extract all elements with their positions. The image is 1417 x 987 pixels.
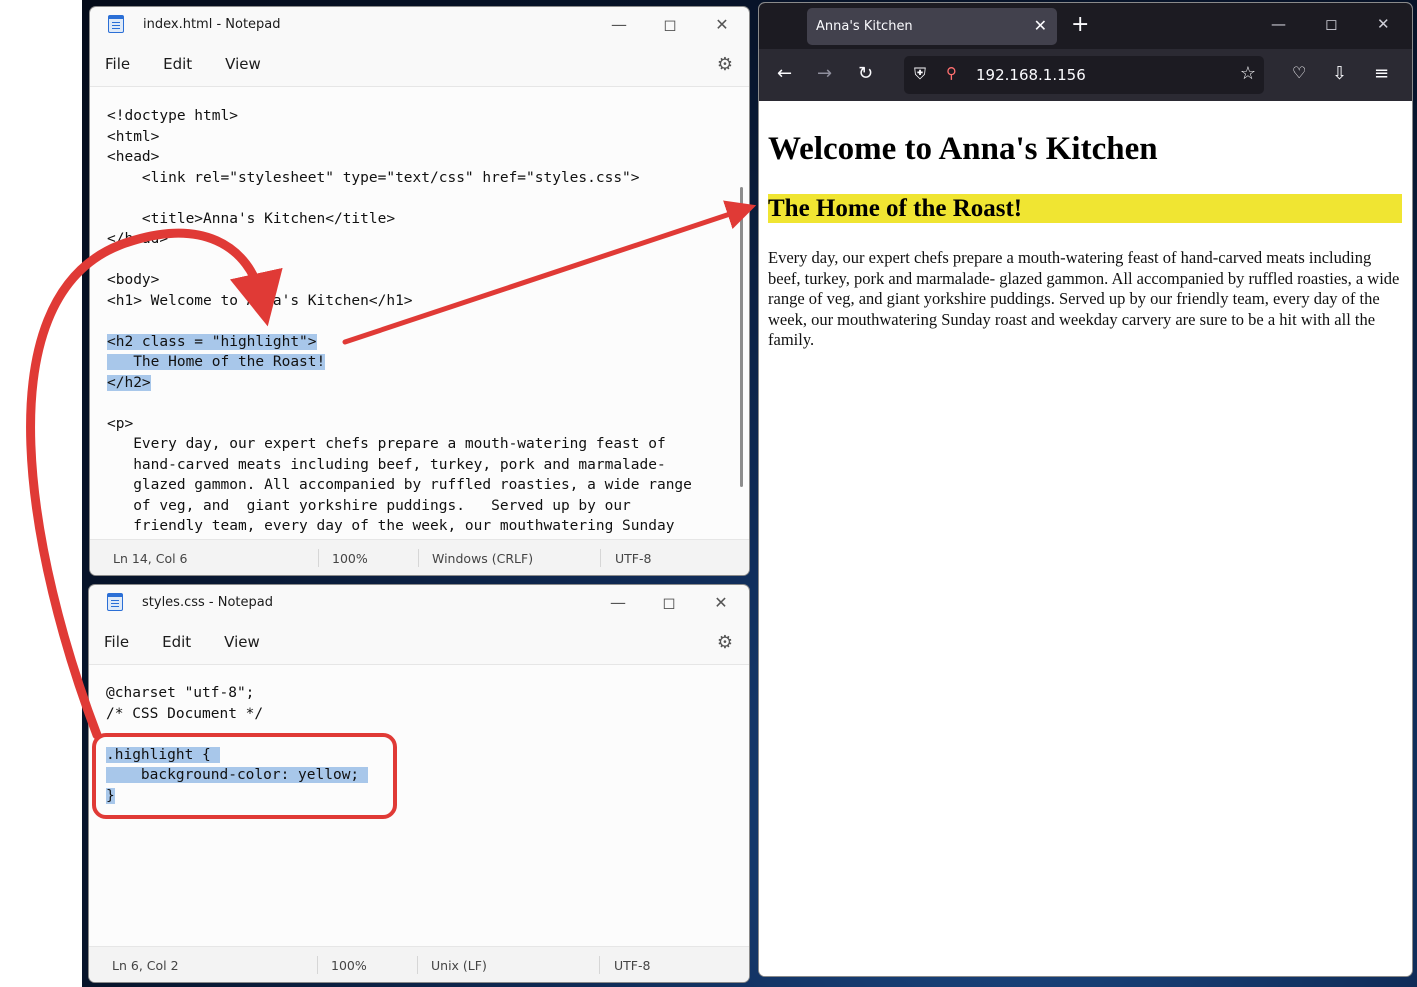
- code-line: <head>: [107, 149, 160, 165]
- back-arrow-icon[interactable]: ←: [777, 63, 792, 84]
- line-ending: Windows (CRLF): [432, 551, 534, 566]
- code-line: <html>: [107, 128, 160, 145]
- address-bar[interactable]: ⛨ ⚲ 192.168.1.156 ☆: [904, 56, 1264, 94]
- cursor-position: Ln 14, Col 6: [113, 551, 188, 566]
- code-line: @charset "utf-8";: [106, 685, 255, 701]
- code-line: <title>Anna's Kitchen</title>: [107, 210, 396, 227]
- selected-line: The Home of the Roast!: [107, 354, 326, 370]
- minimize-button[interactable]: —: [1271, 15, 1286, 33]
- close-button[interactable]: ✕: [696, 585, 746, 619]
- zoom-level: 100%: [331, 958, 367, 973]
- menu-file[interactable]: File: [105, 55, 130, 73]
- window-title: index.html - Notepad: [143, 16, 281, 32]
- pocket-icon[interactable]: ♡: [1292, 63, 1306, 82]
- notepad-window-index: index.html - Notepad — ◻ ✕ File Edit Vie…: [90, 7, 749, 575]
- window-title: styles.css - Notepad: [142, 594, 273, 610]
- page-paragraph: Every day, our expert chefs prepare a mo…: [768, 248, 1400, 349]
- menu-view[interactable]: View: [224, 633, 260, 651]
- code-line: of veg, and giant yorkshire puddings. Se…: [107, 497, 631, 514]
- line-ending: Unix (LF): [431, 958, 487, 973]
- menu-view[interactable]: View: [225, 55, 261, 73]
- selected-line: </h2>: [107, 374, 151, 391]
- text-editor[interactable]: @charset "utf-8"; /* CSS Document */ .hi…: [89, 665, 749, 946]
- code-line: <h1> Welcome to Anna's Kitchen</h1>: [107, 292, 413, 309]
- status-bar: Ln 14, Col 6 100% Windows (CRLF) UTF-8: [90, 539, 749, 575]
- selected-line: }: [106, 787, 115, 804]
- notepad-icon: [108, 15, 124, 33]
- status-bar: Ln 6, Col 2 100% Unix (LF) UTF-8: [89, 946, 749, 982]
- highlighted-subheading: The Home of the Roast!: [768, 194, 1402, 223]
- selected-line: <h2 class = "highlight">: [107, 333, 317, 350]
- code-line: </head>: [107, 231, 169, 247]
- code-line: <body>: [107, 272, 160, 288]
- notepad-window-styles: styles.css - Notepad — ◻ ✕ File Edit Vie…: [89, 585, 749, 982]
- bookmark-star-icon[interactable]: ☆: [1240, 63, 1256, 84]
- encoding: UTF-8: [614, 958, 651, 973]
- code-line: <p>: [107, 415, 134, 432]
- code-line: hand-carved meats including beef, turkey…: [107, 456, 666, 473]
- settings-gear-icon[interactable]: ⚙: [717, 632, 733, 653]
- menu-bar: File Edit View ⚙: [89, 619, 749, 665]
- title-bar[interactable]: styles.css - Notepad — ◻ ✕: [89, 585, 749, 619]
- tab-annas-kitchen[interactable]: Anna's Kitchen ✕: [807, 8, 1057, 45]
- menu-bar: File Edit View ⚙: [90, 41, 749, 87]
- web-page-content: Welcome to Anna's Kitchen The Home of th…: [759, 101, 1412, 976]
- code-line: /* CSS Document */: [106, 705, 264, 722]
- maximize-button[interactable]: ◻: [644, 585, 694, 619]
- browser-window: Anna's Kitchen ✕ + — ◻ ✕ ← → ↻ ⛨ ⚲ 192.1…: [759, 3, 1412, 976]
- url-text[interactable]: 192.168.1.156: [976, 66, 1086, 84]
- page-heading: Welcome to Anna's Kitchen: [768, 131, 1158, 167]
- code-line: glazed gammon. All accompanied by ruffle…: [107, 477, 692, 493]
- settings-gear-icon[interactable]: ⚙: [717, 54, 733, 75]
- insecure-lock-icon[interactable]: ⚲: [946, 64, 957, 82]
- minimize-button[interactable]: —: [594, 7, 644, 41]
- navigation-toolbar: ← → ↻ ⛨ ⚲ 192.168.1.156 ☆ ♡ ⇩ ≡: [759, 49, 1412, 101]
- text-editor[interactable]: <!doctype html> <html> <head> <link rel=…: [90, 87, 749, 539]
- title-bar[interactable]: index.html - Notepad — ◻ ✕: [90, 7, 749, 41]
- code-line: friendly team, every day of the week, ou…: [107, 518, 675, 534]
- menu-file[interactable]: File: [104, 633, 129, 651]
- maximize-button[interactable]: ◻: [645, 7, 695, 41]
- tab-close-icon[interactable]: ✕: [1034, 16, 1047, 35]
- maximize-button[interactable]: ◻: [1325, 15, 1337, 33]
- code-line: Every day, our expert chefs prepare a mo…: [107, 436, 666, 452]
- close-button[interactable]: ✕: [1377, 15, 1390, 33]
- cursor-position: Ln 6, Col 2: [112, 958, 179, 973]
- download-icon[interactable]: ⇩: [1332, 63, 1347, 84]
- menu-hamburger-icon[interactable]: ≡: [1374, 63, 1389, 84]
- minimize-button[interactable]: —: [593, 585, 643, 619]
- forward-arrow-icon[interactable]: →: [817, 63, 832, 84]
- menu-edit[interactable]: Edit: [163, 55, 192, 73]
- menu-edit[interactable]: Edit: [162, 633, 191, 651]
- code-line: <link rel="stylesheet" type="text/css" h…: [107, 169, 640, 186]
- vertical-scrollbar[interactable]: [740, 187, 743, 487]
- selected-line: .highlight {: [106, 746, 220, 763]
- reload-icon[interactable]: ↻: [858, 63, 873, 84]
- new-tab-plus-icon[interactable]: +: [1071, 12, 1089, 37]
- code-line: <!doctype html>: [107, 108, 238, 124]
- notepad-icon: [107, 593, 123, 611]
- selected-line: background-color: yellow;: [106, 767, 368, 783]
- tab-strip: Anna's Kitchen ✕ + — ◻ ✕: [759, 3, 1412, 49]
- shield-icon[interactable]: ⛨: [914, 64, 926, 84]
- code-before: <!doctype html> <html> <head> <link rel=…: [90, 106, 749, 537]
- close-button[interactable]: ✕: [697, 7, 747, 41]
- zoom-level: 100%: [332, 551, 368, 566]
- tab-title: Anna's Kitchen: [816, 19, 913, 34]
- css-code: @charset "utf-8"; /* CSS Document */ .hi…: [89, 683, 749, 806]
- encoding: UTF-8: [615, 551, 652, 566]
